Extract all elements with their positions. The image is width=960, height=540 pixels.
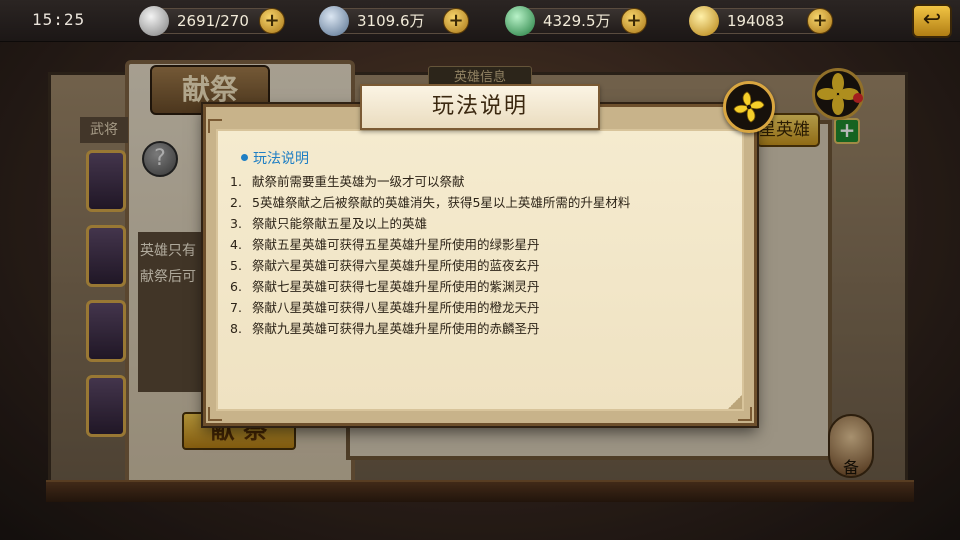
silver-value: 3109.6万 xyxy=(357,12,425,30)
gold-resource: 194083 + xyxy=(689,6,833,36)
status-bar: 15:25 2691/270 + 3109.6万 + 4329.5万 + 194… xyxy=(0,0,960,42)
rule-item: 8. 祭献九星英雄可获得九星英雄升星所使用的赤麟圣丹 xyxy=(230,321,540,336)
gold-value: 194083 xyxy=(727,12,785,30)
back-button[interactable]: ↩ xyxy=(912,4,952,38)
silver-resource: 3109.6万 + xyxy=(319,6,469,36)
jade-resource: 4329.5万 + xyxy=(505,6,647,36)
jade-icon xyxy=(505,6,535,36)
add-jade-button[interactable]: + xyxy=(621,8,647,34)
jade-value: 4329.5万 xyxy=(543,12,611,30)
rule-item: 7. 祭献八星英雄可获得八星英雄升星所使用的橙龙天丹 xyxy=(230,300,540,315)
close-button[interactable] xyxy=(723,81,775,133)
dialog-title: 玩法说明 xyxy=(360,84,600,130)
stamina-value: 2691/270 xyxy=(177,12,249,30)
return-arrow-icon: ↩ xyxy=(922,7,942,32)
add-gold-button[interactable]: + xyxy=(807,8,833,34)
clock: 15:25 xyxy=(32,10,86,29)
rule-item: 2. 5英雄祭献之后被祭献的英雄消失，获得5星以上英雄所需的升星材料 xyxy=(230,195,631,210)
page-fold xyxy=(728,395,742,409)
silver-coins-icon xyxy=(319,6,349,36)
stamina-resource: 2691/270 + xyxy=(139,6,285,36)
rules-list: 1. 献祭前需要重生英雄为一级才可以祭献 2. 5英雄祭献之后被祭献的英雄消失，获得… xyxy=(230,172,740,340)
rule-item: 5. 祭献六星英雄可获得六星英雄升星所使用的蓝夜玄丹 xyxy=(230,258,540,273)
add-silver-button[interactable]: + xyxy=(443,8,469,34)
rule-item: 3. 祭献只能祭献五星及以上的英雄 xyxy=(230,216,428,231)
rule-item: 6. 祭献七星英雄可获得七星英雄升星所使用的紫渊灵丹 xyxy=(230,279,540,294)
silver-ingot-icon xyxy=(139,6,169,36)
pinwheel-close-icon xyxy=(733,91,765,123)
rule-item: 4. 祭献五星英雄可获得五星英雄升星所使用的绿影星丹 xyxy=(230,237,540,252)
rule-item: 1. 献祭前需要重生英雄为一级才可以祭献 xyxy=(230,174,465,189)
section-heading: 玩法说明 xyxy=(241,148,309,168)
bullet-icon xyxy=(241,154,248,161)
add-stamina-button[interactable]: + xyxy=(259,8,285,34)
section-heading-text: 玩法说明 xyxy=(253,151,309,167)
gold-ingot-icon xyxy=(689,6,719,36)
